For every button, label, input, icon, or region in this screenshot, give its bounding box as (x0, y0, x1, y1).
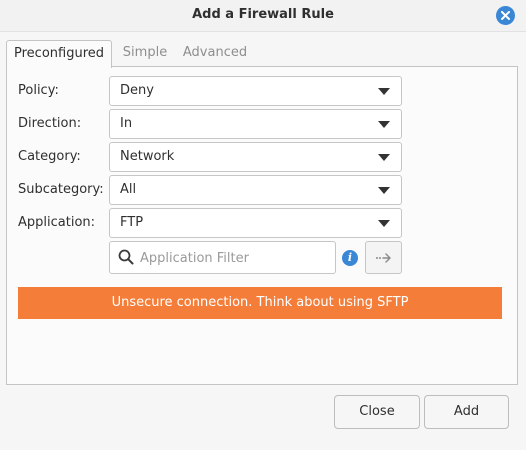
close-button[interactable]: Close (334, 395, 420, 429)
warning-banner: Unsecure connection. Think about using S… (18, 287, 502, 319)
subcategory-value: All (120, 182, 137, 197)
category-select[interactable]: Network (109, 142, 402, 172)
tab-simple[interactable]: Simple (117, 40, 173, 67)
application-filter-input[interactable] (140, 246, 330, 270)
title-bar: Add a Firewall Rule (0, 0, 526, 32)
tab-preconfigured[interactable]: Preconfigured (6, 40, 112, 68)
application-select[interactable]: FTP (109, 208, 402, 238)
info-icon[interactable]: i (342, 250, 358, 266)
application-label: Application: (18, 215, 96, 230)
application-value: FTP (120, 215, 144, 230)
chevron-down-icon (378, 220, 390, 227)
policy-value: Deny (120, 83, 154, 98)
close-glyph (501, 11, 510, 20)
arrow-right-icon (375, 252, 391, 263)
window-title: Add a Firewall Rule (192, 7, 334, 22)
chevron-down-icon (378, 121, 390, 128)
add-button[interactable]: Add (424, 395, 509, 429)
subcategory-select[interactable]: All (109, 175, 402, 205)
policy-select[interactable]: Deny (109, 76, 402, 106)
direction-value: In (120, 116, 133, 131)
chevron-down-icon (378, 88, 390, 95)
search-icon (118, 249, 134, 265)
close-icon[interactable] (496, 6, 515, 25)
chevron-down-icon (378, 154, 390, 161)
application-filter[interactable] (109, 241, 336, 274)
go-to-rule-button[interactable] (365, 241, 402, 274)
category-value: Network (120, 149, 175, 164)
category-label: Category: (18, 149, 81, 164)
tab-advanced[interactable]: Advanced (180, 40, 250, 67)
direction-select[interactable]: In (109, 109, 402, 139)
subcategory-label: Subcategory: (18, 182, 104, 197)
direction-label: Direction: (18, 116, 82, 131)
chevron-down-icon (378, 187, 390, 194)
policy-label: Policy: (18, 83, 59, 98)
